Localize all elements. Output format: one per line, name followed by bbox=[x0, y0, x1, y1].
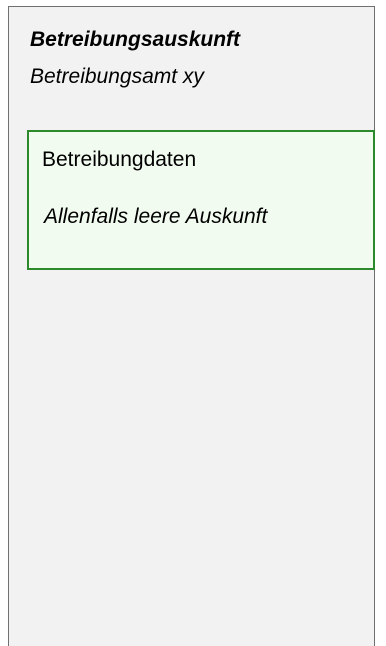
panel-title: Betreibungsauskunft bbox=[30, 28, 241, 51]
data-box-title: Betreibungdaten bbox=[42, 148, 197, 171]
panel-subtitle: Betreibungsamt xy bbox=[30, 65, 204, 88]
betreibungdaten-box: Betreibungdaten Allenfalls leere Auskunf… bbox=[27, 130, 375, 270]
data-box-note: Allenfalls leere Auskunft bbox=[44, 205, 268, 228]
auskunft-panel bbox=[8, 6, 375, 646]
